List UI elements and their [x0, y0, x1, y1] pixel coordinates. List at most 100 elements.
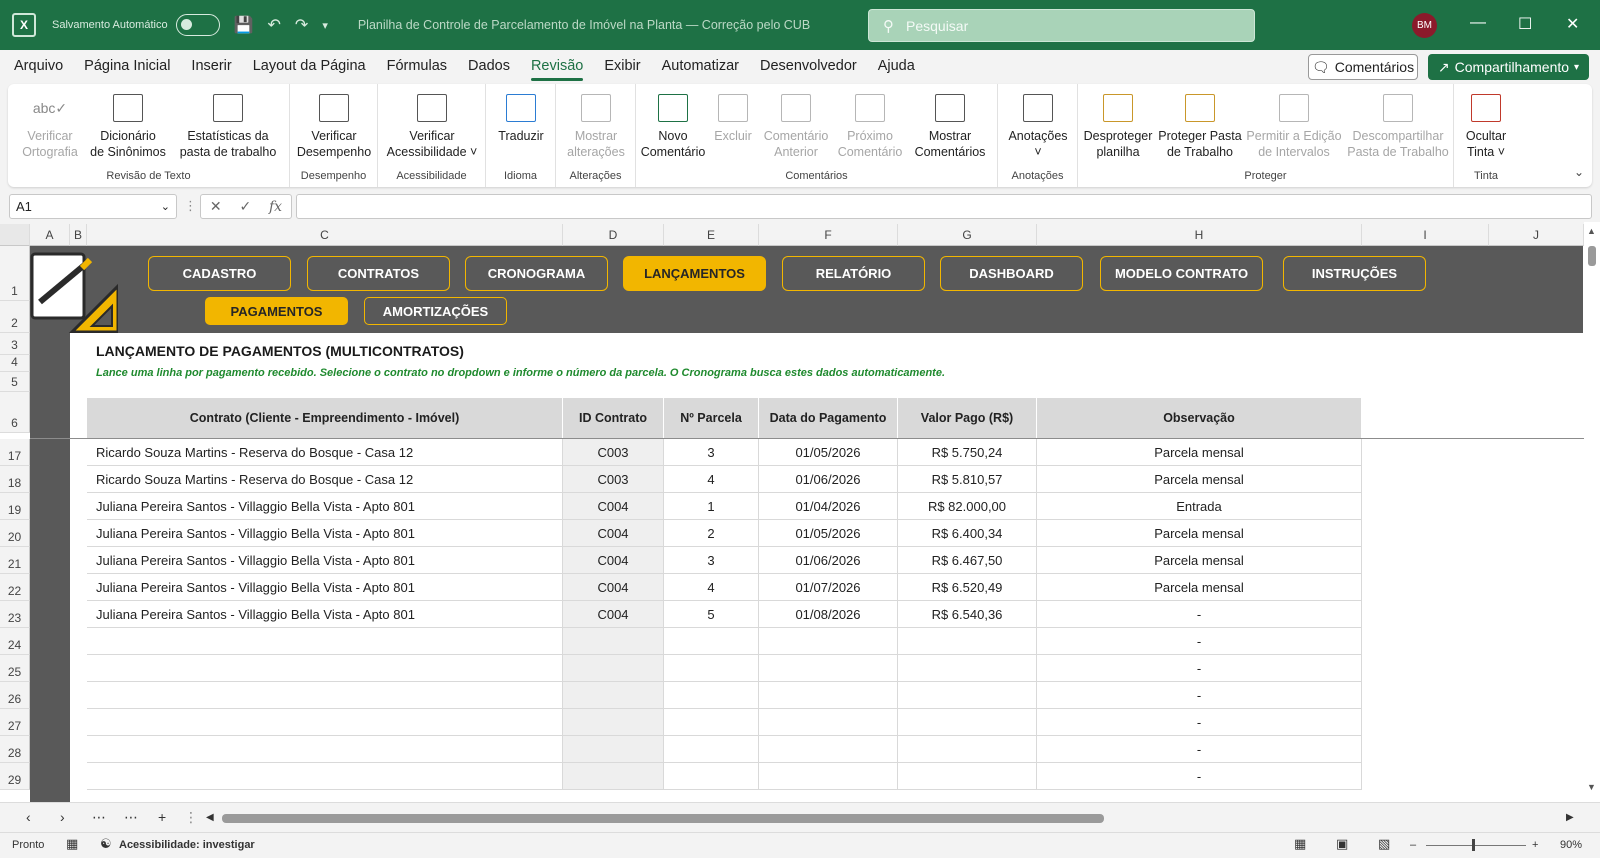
cell-parcela[interactable]: 1	[664, 493, 759, 520]
check-accessibility-button[interactable]: Verificar Acessibilidade ˅	[380, 88, 484, 160]
cell-valor-pago[interactable]: R$ 82.000,00	[898, 493, 1037, 520]
zoom-slider[interactable]	[1426, 845, 1526, 846]
row-header[interactable]: 19	[0, 493, 30, 520]
menu-formulas[interactable]: Fórmulas	[387, 58, 447, 76]
spelling-button[interactable]: abc✓ Verificar Ortografia	[14, 88, 86, 160]
cell-valor-pago[interactable]: R$ 6.400,34	[898, 520, 1037, 547]
col-header-d[interactable]: D	[563, 224, 664, 246]
check-performance-button[interactable]: Verificar Desempenho	[292, 88, 376, 160]
cell-data-pagamento[interactable]: 01/06/2026	[759, 466, 898, 493]
cell-valor-pago[interactable]: R$ 6.540,36	[898, 601, 1037, 628]
cell-parcela[interactable]	[664, 763, 759, 790]
col-header-j[interactable]: J	[1489, 224, 1584, 246]
col-header-b[interactable]: B	[70, 224, 87, 246]
search-box[interactable]: ⚲ Pesquisar	[868, 9, 1255, 42]
cell-id-contrato[interactable]: C004	[563, 493, 664, 520]
row-header[interactable]: 6	[0, 392, 30, 433]
cell-valor-pago[interactable]	[898, 655, 1037, 682]
cell-valor-pago[interactable]: R$ 6.520,49	[898, 574, 1037, 601]
cell-valor-pago[interactable]	[898, 736, 1037, 763]
redo-icon[interactable]: ↷	[295, 15, 308, 35]
cell-data-pagamento[interactable]	[759, 628, 898, 655]
scroll-left-icon[interactable]: ◀	[206, 812, 214, 823]
cell-id-contrato[interactable]	[563, 628, 664, 655]
zoom-in-icon[interactable]: +	[1532, 839, 1538, 851]
cell-valor-pago[interactable]: R$ 6.467,50	[898, 547, 1037, 574]
cell-data-pagamento[interactable]	[759, 709, 898, 736]
scroll-right-icon[interactable]: ▶	[1566, 812, 1574, 823]
zoom-slider-thumb[interactable]	[1472, 839, 1475, 851]
confirm-icon[interactable]: ✓	[239, 198, 251, 215]
vertical-scroll-thumb[interactable]	[1588, 246, 1596, 266]
menu-inserir[interactable]: Inserir	[191, 58, 231, 76]
maximize-icon[interactable]: ☐	[1518, 14, 1532, 34]
row-header[interactable]: 17	[0, 439, 30, 466]
notes-button[interactable]: Anotações ˅	[1000, 88, 1076, 160]
cell-contrato[interactable]	[87, 682, 563, 709]
cell-contrato[interactable]: Juliana Pereira Santos - Villaggio Bella…	[87, 601, 563, 628]
col-header-g[interactable]: G	[898, 224, 1037, 246]
next-sheet-icon[interactable]: ›	[60, 809, 65, 825]
cell-id-contrato[interactable]	[563, 682, 664, 709]
cell-contrato[interactable]	[87, 709, 563, 736]
nav-contratos[interactable]: CONTRATOS	[307, 256, 450, 291]
cell-valor-pago[interactable]	[898, 709, 1037, 736]
cell-parcela[interactable]: 4	[664, 466, 759, 493]
row-header[interactable]: 27	[0, 709, 30, 736]
cell-contrato[interactable]	[87, 655, 563, 682]
menu-ajuda[interactable]: Ajuda	[878, 58, 915, 76]
show-changes-button[interactable]: Mostrar alterações	[558, 88, 634, 160]
col-header-f[interactable]: F	[759, 224, 898, 246]
row-header[interactable]: 20	[0, 520, 30, 547]
col-header-h[interactable]: H	[1037, 224, 1362, 246]
customize-qat-icon[interactable]: ▾	[322, 19, 328, 32]
nav-relatorio[interactable]: RELATÓRIO	[782, 256, 925, 291]
cell-contrato[interactable]: Juliana Pereira Santos - Villaggio Bella…	[87, 520, 563, 547]
cell-contrato[interactable]: Juliana Pereira Santos - Villaggio Bella…	[87, 493, 563, 520]
cell-observacao[interactable]: -	[1037, 682, 1362, 709]
cell-id-contrato[interactable]: C004	[563, 574, 664, 601]
cell-observacao[interactable]: Parcela mensal	[1037, 520, 1362, 547]
cell-data-pagamento[interactable]: 01/04/2026	[759, 493, 898, 520]
cell-observacao[interactable]: Parcela mensal	[1037, 466, 1362, 493]
cell-id-contrato[interactable]: C004	[563, 520, 664, 547]
cell-valor-pago[interactable]: R$ 5.810,57	[898, 466, 1037, 493]
row-header[interactable]: 29	[0, 763, 30, 790]
cell-id-contrato[interactable]: C004	[563, 547, 664, 574]
unshare-workbook-button[interactable]: Descompartilhar Pasta de Trabalho	[1346, 88, 1450, 160]
more-options-icon[interactable]: ⋮	[184, 198, 197, 214]
next-comment-button[interactable]: Próximo Comentário	[834, 88, 906, 160]
menu-revisao[interactable]: Revisão	[530, 58, 584, 81]
cell-contrato[interactable]	[87, 763, 563, 790]
minimize-icon[interactable]: —	[1470, 14, 1486, 32]
cell-observacao[interactable]: -	[1037, 601, 1362, 628]
cell-id-contrato[interactable]	[563, 709, 664, 736]
new-comment-button[interactable]: Novo Comentário	[640, 88, 706, 160]
cell-data-pagamento[interactable]: 01/05/2026	[759, 520, 898, 547]
more-sheets-left-icon[interactable]: ⋯	[92, 809, 106, 826]
menu-automatizar[interactable]: Automatizar	[662, 58, 739, 76]
row-header[interactable]: 4	[0, 355, 30, 372]
ribbon-expand-icon[interactable]: ⌄	[1574, 165, 1584, 179]
menu-layout[interactable]: Layout da Página	[253, 58, 366, 76]
show-comments-button[interactable]: Mostrar Comentários	[908, 88, 992, 160]
cell-data-pagamento[interactable]: 01/05/2026	[759, 439, 898, 466]
cell-data-pagamento[interactable]	[759, 655, 898, 682]
vertical-scrollbar[interactable]: ▲ ▼	[1584, 222, 1600, 800]
cell-id-contrato[interactable]	[563, 736, 664, 763]
allow-edit-ranges-button[interactable]: Permitir a Edição de Intervalos	[1244, 88, 1344, 160]
cell-parcela[interactable]	[664, 682, 759, 709]
cell-observacao[interactable]: -	[1037, 628, 1362, 655]
insert-function-icon[interactable]: fx	[269, 199, 282, 215]
row-header[interactable]: 25	[0, 655, 30, 682]
nav-cronograma[interactable]: CRONOGRAMA	[465, 256, 608, 291]
col-header-e[interactable]: E	[664, 224, 759, 246]
menu-arquivo[interactable]: Arquivo	[14, 58, 63, 76]
cell-id-contrato[interactable]: C004	[563, 601, 664, 628]
cell-observacao[interactable]: Entrada	[1037, 493, 1362, 520]
cell-contrato[interactable]	[87, 736, 563, 763]
formula-input[interactable]	[296, 194, 1592, 219]
sub-amortizacoes[interactable]: AMORTIZAÇÕES	[364, 297, 507, 325]
cell-observacao[interactable]: -	[1037, 763, 1362, 790]
save-icon[interactable]: 💾	[234, 15, 254, 35]
